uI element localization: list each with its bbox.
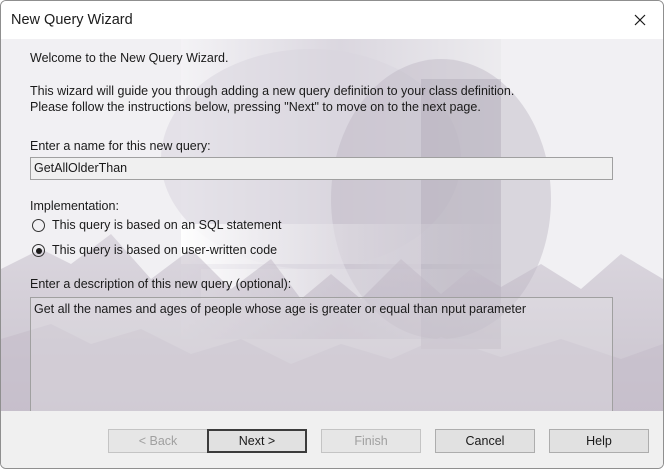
welcome-text: Welcome to the New Query Wizard. xyxy=(30,51,229,65)
description-label: Enter a description of this new query (o… xyxy=(30,277,292,291)
back-button[interactable]: < Back xyxy=(108,429,208,453)
help-button[interactable]: Help xyxy=(549,429,649,453)
close-button[interactable] xyxy=(617,1,663,39)
finish-button[interactable]: Finish xyxy=(321,429,421,453)
intro-line-2: Please follow the instructions below, pr… xyxy=(30,100,481,114)
next-button[interactable]: Next > xyxy=(207,429,307,453)
radio-user-code[interactable] xyxy=(32,244,45,257)
title-bar: New Query Wizard xyxy=(1,1,663,39)
query-name-label: Enter a name for this new query: xyxy=(30,139,211,153)
close-icon xyxy=(634,14,646,26)
cancel-button[interactable]: Cancel xyxy=(435,429,535,453)
radio-sql[interactable] xyxy=(32,219,45,232)
radio-sql-label: This query is based on an SQL statement xyxy=(52,218,282,232)
wizard-page: Welcome to the New Query Wizard. This wi… xyxy=(1,39,663,411)
query-name-input[interactable]: GetAllOlderThan xyxy=(30,157,613,180)
radio-user-code-label: This query is based on user-written code xyxy=(52,243,278,257)
intro-line-1: This wizard will guide you through addin… xyxy=(30,84,515,98)
window-title: New Query Wizard xyxy=(11,12,133,28)
description-textarea[interactable]: Get all the names and ages of people who… xyxy=(30,297,613,411)
button-bar: < Back Next > Finish Cancel Help xyxy=(1,411,663,468)
implementation-label: Implementation: xyxy=(30,199,119,213)
wizard-window: New Query Wizard Welcome to the New Quer… xyxy=(0,0,664,469)
